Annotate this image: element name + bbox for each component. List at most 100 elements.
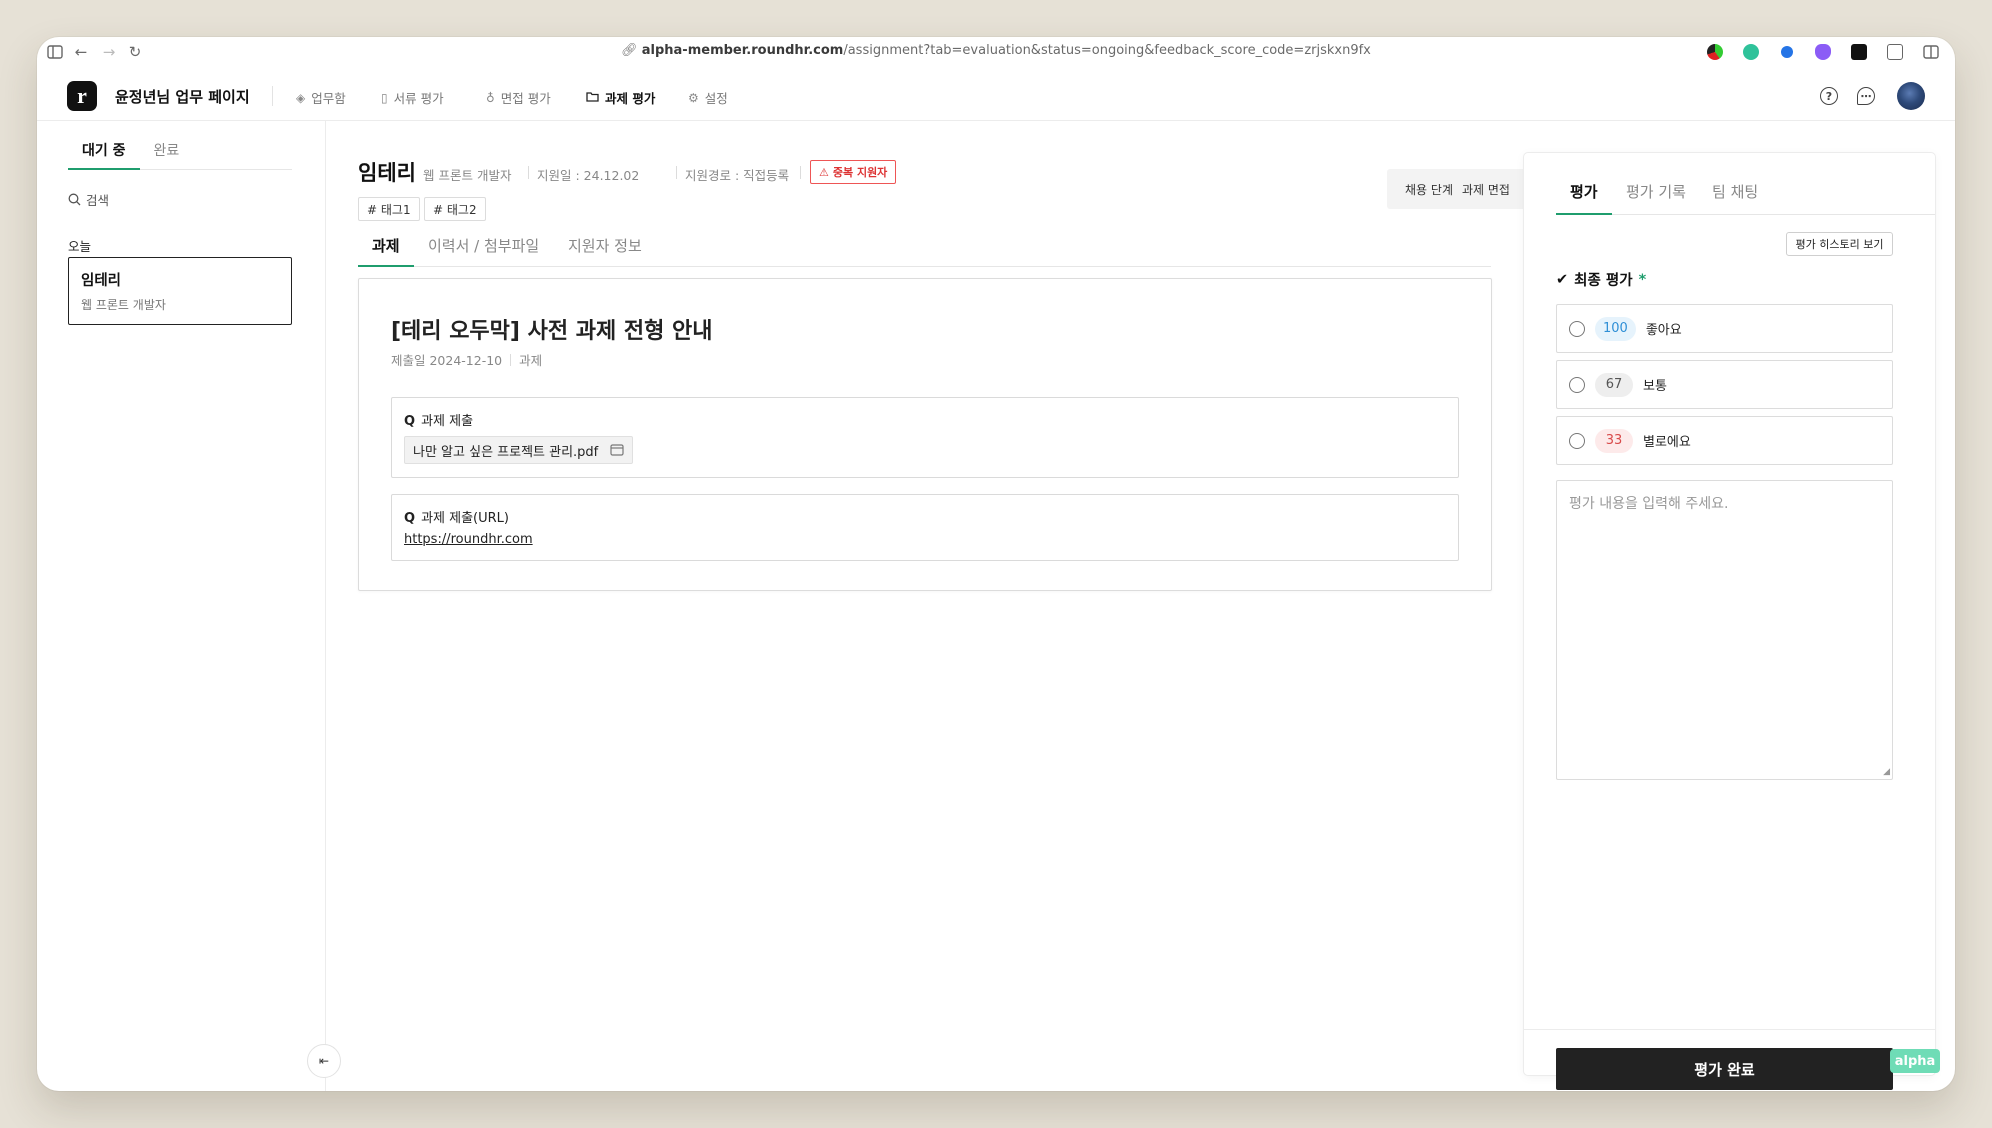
resize-handle-icon[interactable]: ◢	[1883, 767, 1890, 777]
extension-3-icon[interactable]	[1781, 46, 1793, 58]
folder-icon	[586, 91, 599, 105]
tab-evaluation[interactable]: 평가	[1556, 176, 1612, 215]
url-host: alpha-member.roundhr.com	[641, 43, 844, 58]
candidate-name: 임테리	[358, 161, 416, 185]
meta-divider	[800, 166, 801, 179]
search-icon	[68, 193, 81, 206]
candidate-role: 웹 프론트 개발자	[423, 168, 512, 183]
hiring-stage[interactable]: 채용 단계 과제 면접	[1387, 169, 1528, 209]
rating-option-bad[interactable]: 33 별로에요	[1556, 416, 1893, 465]
tag[interactable]: # 태그2	[424, 197, 486, 221]
assignment-type: 과제	[519, 353, 543, 368]
address-bar[interactable]: 🔗︎ alpha-member.roundhr.com/assignment?t…	[37, 43, 1955, 58]
gear-icon: ⚙	[688, 90, 699, 105]
extension-5-icon[interactable]	[1851, 44, 1867, 60]
rating-label: 보통	[1643, 379, 1667, 394]
final-evaluation-text: 최종 평가	[1574, 273, 1633, 289]
question-label: Q 과제 제출	[404, 410, 473, 429]
sidebar-tabs: 대기 중 완료	[68, 141, 292, 170]
browser-toolbar: ← → ↻ 🔗︎ alpha-member.roundhr.com/assign…	[37, 37, 1955, 67]
tab-completed[interactable]: 완료	[140, 141, 194, 169]
extension-4-icon[interactable]	[1815, 44, 1831, 60]
nav-settings[interactable]: ⚙ 설정	[688, 88, 728, 107]
radio-button[interactable]	[1569, 432, 1585, 449]
document-icon: ▯	[381, 90, 388, 105]
question-label: Q 과제 제출(URL)	[404, 507, 509, 526]
help-icon[interactable]: ?	[1820, 87, 1838, 105]
applied-date: 지원일 : 24.12.02	[537, 168, 640, 183]
nav-interview-review-label: 면접 평가	[500, 91, 551, 106]
extension-2-icon[interactable]	[1743, 44, 1759, 60]
submission-url-link[interactable]: https://roundhr.com	[404, 532, 533, 547]
check-icon: ✔	[1556, 271, 1569, 288]
nav-interview-review[interactable]: ♁ 면접 평가	[486, 88, 551, 107]
evaluation-comment-field[interactable]: 평가 내용을 입력해 주세요. ◢	[1556, 480, 1893, 780]
main-content: 임테리 웹 프론트 개발자 지원일 : 24.12.02 지원경로 : 직접등록…	[327, 121, 1542, 1091]
nav-document-review-label: 서류 평가	[393, 91, 444, 106]
layers-icon: ◈	[296, 90, 306, 105]
attachment-file[interactable]: 나만 알고 싶은 프로젝트 관리.pdf	[404, 436, 634, 464]
chat-icon[interactable]: ⋯	[1857, 87, 1875, 105]
question-file-submission: Q 과제 제출 나만 알고 싶은 프로젝트 관리.pdf	[391, 397, 1459, 478]
question-marker: Q	[404, 511, 416, 526]
panel-footer-divider	[1524, 1029, 1935, 1030]
extension-6-icon[interactable]	[1887, 44, 1903, 60]
nav-assignment-review-label: 과제 평가	[605, 91, 656, 106]
radio-button[interactable]	[1569, 320, 1585, 337]
rating-label: 좋아요	[1645, 323, 1682, 338]
duplicate-badge-label: 중복 지원자	[832, 166, 888, 179]
submitted-date: 제출일 2024-12-10	[391, 353, 503, 368]
url-path: /assignment?tab=evaluation&status=ongoin…	[843, 43, 1371, 58]
score-badge: 33	[1595, 428, 1633, 453]
meta-divider	[528, 166, 529, 179]
main-tabs: 과제 이력서 / 첨부파일 지원자 정보	[358, 227, 1491, 267]
app-title: 윤정년님 업무 페이지	[115, 88, 250, 106]
duplicate-applicant-badge: ⚠ 중복 지원자	[810, 160, 897, 184]
warning-icon: ⚠	[819, 165, 829, 179]
rating-label: 별로에요	[1643, 435, 1691, 450]
nav-settings-label: 설정	[704, 91, 728, 106]
evaluation-history-button[interactable]: 평가 히스토리 보기	[1786, 232, 1893, 256]
app-header: r 윤정년님 업무 페이지 ◈ 업무함 ▯ 서류 평가 ♁ 면접 평가 과제 평…	[37, 71, 1955, 121]
radio-button[interactable]	[1569, 376, 1585, 393]
tab-applicant-info[interactable]: 지원자 정보	[554, 227, 656, 267]
split-view-icon[interactable]	[1923, 44, 1939, 60]
rating-option-average[interactable]: 67 보통	[1556, 360, 1893, 409]
search-input[interactable]: 검색	[68, 190, 109, 209]
assignment-meta: 제출일 2024-12-10 과제	[391, 350, 542, 369]
meta-divider	[676, 166, 677, 179]
nav-inbox-label: 업무함	[311, 91, 346, 106]
avatar[interactable]	[1897, 82, 1925, 110]
assignment-title: [테리 오두막] 사전 과제 전형 안내	[391, 319, 713, 344]
application-route: 지원경로 : 직접등록	[685, 168, 790, 183]
hiring-stage-label: 채용 단계	[1405, 182, 1453, 197]
candidate-sidebar: 대기 중 완료 검색 오늘 임테리 웹 프론트 개발자	[37, 121, 326, 1091]
tab-evaluation-history[interactable]: 평가 기록	[1612, 176, 1700, 215]
tab-waiting[interactable]: 대기 중	[68, 141, 140, 170]
tag[interactable]: # 태그1	[358, 197, 420, 221]
extension-1-icon[interactable]	[1707, 44, 1723, 60]
search-placeholder: 검색	[86, 193, 110, 208]
question-marker: Q	[404, 414, 416, 429]
tab-assignment[interactable]: 과제	[358, 227, 414, 267]
nav-inbox[interactable]: ◈ 업무함	[296, 88, 346, 107]
rating-option-good[interactable]: 100 좋아요	[1556, 304, 1893, 353]
tab-resume-attachments[interactable]: 이력서 / 첨부파일	[414, 227, 553, 267]
candidate-card[interactable]: 임테리 웹 프론트 개발자	[68, 257, 292, 325]
question-text: 과제 제출(URL)	[421, 511, 509, 526]
header-divider	[272, 86, 273, 106]
candidate-card-role: 웹 프론트 개발자	[81, 298, 166, 312]
evaluation-tabs: 평가 평가 기록 팀 채팅	[1556, 176, 1935, 215]
submit-evaluation-button[interactable]: 평가 완료	[1556, 1048, 1893, 1090]
comment-placeholder: 평가 내용을 입력해 주세요.	[1569, 496, 1729, 512]
attachment-filename: 나만 알고 싶은 프로젝트 관리.pdf	[413, 444, 599, 460]
app-logo[interactable]: r	[67, 81, 97, 111]
nav-document-review[interactable]: ▯ 서류 평가	[381, 88, 444, 107]
file-preview-icon	[610, 444, 624, 456]
final-evaluation-label: ✔ 최종 평가 *	[1556, 269, 1646, 290]
nav-assignment-review[interactable]: 과제 평가	[586, 88, 655, 107]
environment-badge: alpha	[1890, 1049, 1940, 1073]
candidate-card-name: 임테리	[81, 273, 122, 289]
browser-window: ← → ↻ 🔗︎ alpha-member.roundhr.com/assign…	[37, 37, 1955, 1091]
tab-team-chat[interactable]: 팀 채팅	[1698, 176, 1772, 215]
